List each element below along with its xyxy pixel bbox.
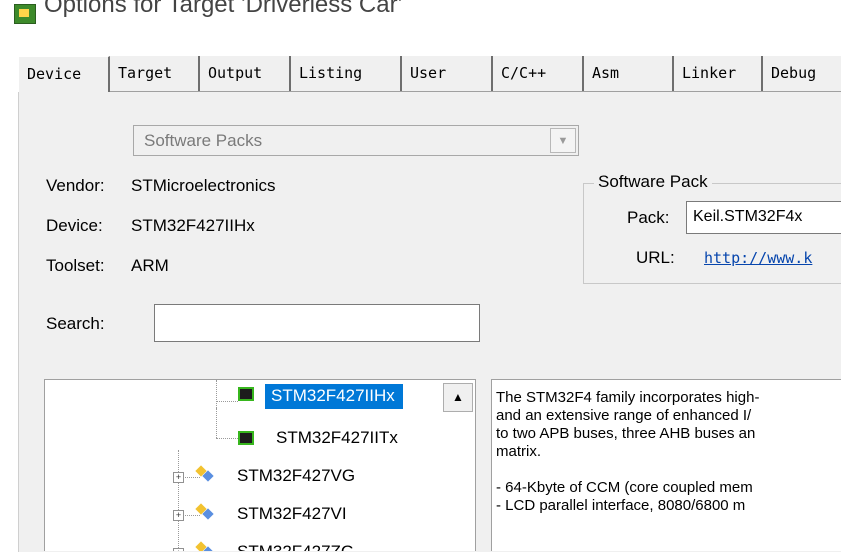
description-line: matrix. — [496, 443, 541, 460]
tree-item-stm32f427zg[interactable]: STM32F427ZG — [237, 542, 354, 551]
tree-line — [178, 450, 179, 551]
pack-label: Pack: — [627, 208, 670, 227]
app-icon — [14, 4, 36, 24]
search-label: Search: — [46, 314, 105, 333]
device-database-select[interactable]: Software Packs ▼ — [133, 125, 579, 156]
tree-line — [216, 401, 238, 402]
device-group-icon — [195, 465, 214, 482]
search-input[interactable] — [154, 304, 480, 342]
chip-icon — [238, 387, 254, 401]
tree-line — [216, 438, 238, 439]
device-group-icon — [195, 541, 214, 551]
scroll-up-button[interactable]: ▲ — [443, 383, 473, 412]
tree-line — [216, 380, 217, 408]
window-title: Options for Target 'Driverless Car' — [44, 0, 403, 18]
description-line: The STM32F4 family incorporates high- — [496, 389, 760, 406]
tree-item-stm32f427iihx[interactable]: STM32F427IIHx — [265, 384, 403, 416]
expand-icon[interactable]: + — [173, 472, 184, 483]
pack-field[interactable]: Keil.STM32F4x — [686, 201, 841, 234]
toolset-value: ARM — [131, 256, 169, 275]
tab-debug[interactable]: Debug — [763, 56, 841, 92]
pack-url-link[interactable]: http://www.k — [704, 249, 812, 267]
tree-item-stm32f427vg[interactable]: STM32F427VG — [237, 466, 355, 496]
device-description: The STM32F4 family incorporates high- an… — [491, 379, 841, 551]
device-tree[interactable]: STM32F427IIHx STM32F427IITx + STM32F427V… — [44, 379, 476, 551]
vendor-value: STMicroelectronics — [131, 176, 276, 195]
tab-divider — [110, 91, 841, 92]
title-bar: Options for Target 'Driverless Car' — [0, 0, 841, 30]
toolset-label: Toolset: — [46, 256, 105, 275]
description-line: to two APB buses, three AHB buses an — [496, 425, 756, 442]
device-group-icon — [195, 503, 214, 520]
tree-item-stm32f427vi[interactable]: STM32F427VI — [237, 504, 347, 534]
tab-linker[interactable]: Linker — [674, 56, 763, 92]
device-value: STM32F427IIHx — [131, 216, 255, 235]
vendor-label: Vendor: — [46, 176, 105, 195]
tree-line — [216, 408, 217, 438]
url-label: URL: — [636, 248, 675, 267]
expand-icon[interactable]: + — [173, 510, 184, 521]
tab-target[interactable]: Target — [110, 56, 200, 92]
tab-device[interactable]: Device — [18, 56, 110, 92]
tab-output[interactable]: Output — [200, 56, 291, 92]
tab-asm[interactable]: Asm — [584, 56, 674, 92]
chip-icon — [238, 431, 254, 445]
description-line: and an extensive range of enhanced I/ — [496, 407, 752, 424]
software-pack-title: Software Pack — [594, 172, 712, 192]
tree-item-stm32f427iitx[interactable]: STM32F427IITx — [276, 428, 398, 458]
tab-listing[interactable]: Listing — [291, 56, 402, 92]
tab-bar: Device Target Output Listing User C/C++ … — [18, 56, 841, 92]
device-database-value: Software Packs — [144, 131, 263, 150]
tab-c-cpp[interactable]: C/C++ — [493, 56, 584, 92]
description-line: - LCD parallel interface, 8080/6800 m — [496, 497, 746, 514]
chevron-down-icon[interactable]: ▼ — [550, 128, 576, 153]
description-line — [496, 461, 841, 479]
tab-user[interactable]: User — [402, 56, 493, 92]
description-line: - 64-Kbyte of CCM (core coupled mem — [496, 479, 753, 496]
device-label: Device: — [46, 216, 103, 235]
